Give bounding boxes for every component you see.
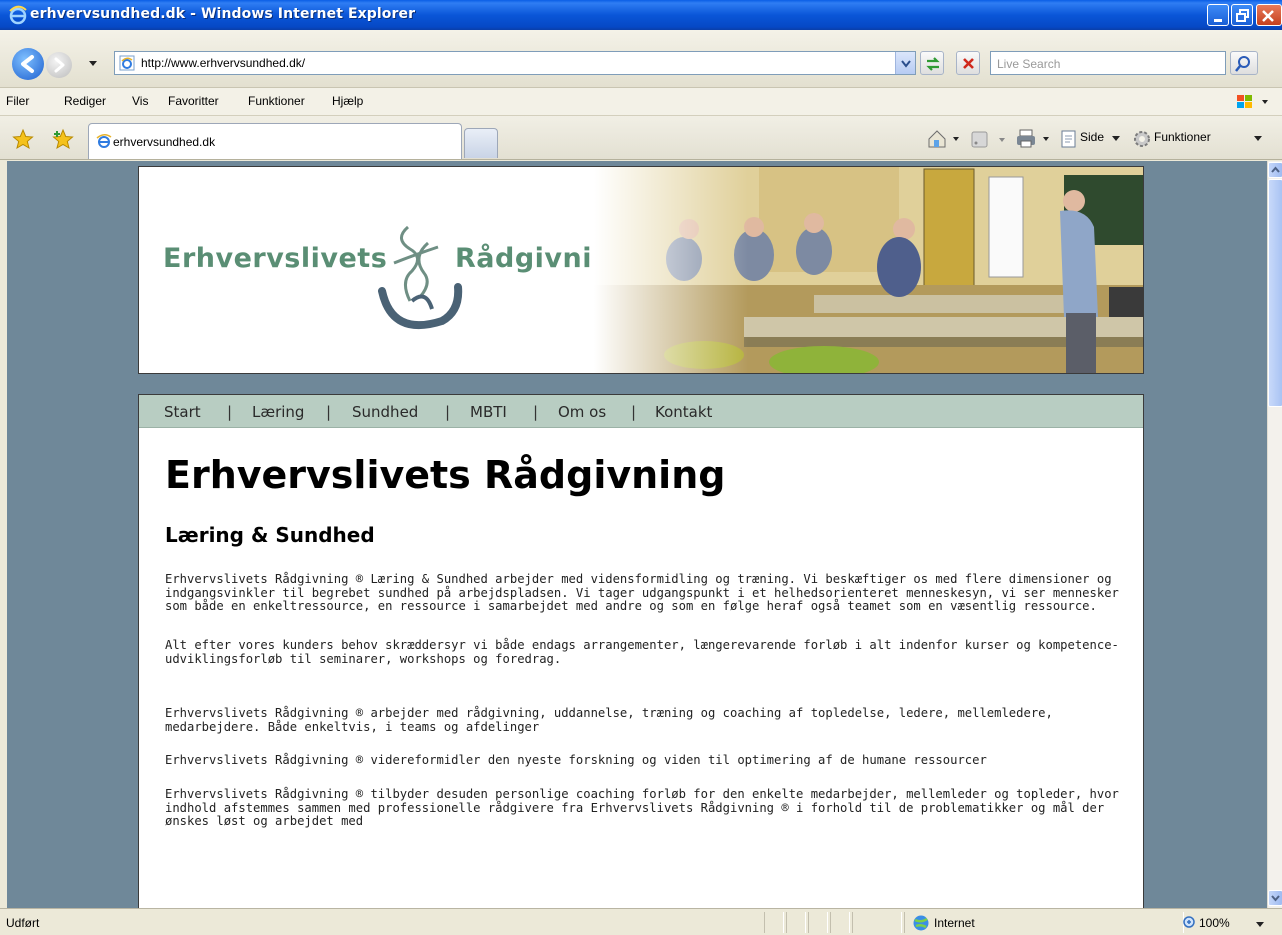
page-menu-button[interactable]: Side: [1080, 130, 1104, 144]
menu-bar: Filer Rediger Vis Favoritter Funktioner …: [0, 88, 1282, 116]
nav-link-om-os[interactable]: Om os: [558, 403, 606, 421]
print-icon[interactable]: [1016, 128, 1052, 150]
nav-separator: |: [227, 403, 233, 421]
search-placeholder: Live Search: [997, 57, 1061, 71]
ie-logo-icon: [9, 5, 27, 25]
vertical-scrollbar[interactable]: [1267, 161, 1282, 908]
nav-link-sundhed[interactable]: Sundhed: [352, 403, 418, 421]
status-cell: [830, 912, 850, 933]
nav-link-laering[interactable]: Læring: [252, 403, 304, 421]
status-text: Udført: [6, 916, 40, 930]
favorites-center-icon[interactable]: [12, 128, 34, 150]
site-navigation: Start | Læring | Sundhed | MBTI | Om os …: [139, 395, 1143, 428]
address-bar[interactable]: http://www.erhvervsundhed.dk/: [114, 51, 916, 75]
page-icon: [1061, 130, 1076, 148]
zoom-level[interactable]: 100%: [1199, 916, 1230, 930]
window-title: erhvervsundhed.dk - Windows Internet Exp…: [30, 6, 416, 22]
search-button[interactable]: [1230, 51, 1258, 75]
status-cell: [764, 912, 784, 933]
zoom-icon[interactable]: [1182, 915, 1198, 931]
refresh-icon: [926, 57, 940, 71]
nav-separator: |: [445, 403, 451, 421]
search-icon: [1235, 56, 1250, 72]
ie-page-icon: [96, 134, 112, 148]
chevron-up-icon: [1271, 166, 1280, 173]
search-input[interactable]: Live Search: [990, 51, 1226, 75]
stop-icon: [963, 58, 974, 69]
add-favorite-icon[interactable]: [52, 128, 76, 150]
tab-label: erhvervsundhed.dk: [113, 135, 216, 149]
logo-emblem-icon: [378, 225, 463, 330]
address-dropdown-button[interactable]: [895, 52, 915, 74]
tools-menu-button[interactable]: Funktioner: [1154, 130, 1211, 144]
security-zone-label: Internet: [934, 916, 975, 930]
restore-icon: [1236, 9, 1249, 22]
content-paragraph: Alt efter vores kunders behov skræddersy…: [165, 638, 1119, 666]
status-cell: [808, 912, 828, 933]
restore-button[interactable]: [1231, 4, 1253, 26]
home-icon[interactable]: [926, 128, 962, 150]
chevron-down-icon: [1271, 895, 1280, 902]
address-url[interactable]: http://www.erhvervsundhed.dk/: [141, 56, 305, 70]
window-titlebar: erhvervsundhed.dk - Windows Internet Exp…: [0, 0, 1282, 30]
nav-link-kontakt[interactable]: Kontakt: [655, 403, 712, 421]
nav-separator: |: [631, 403, 637, 421]
back-button[interactable]: [12, 48, 44, 80]
zoom-dropdown-icon[interactable]: [1255, 921, 1265, 929]
page-subtitle: Læring & Sundhed: [165, 523, 375, 547]
history-dropdown-icon[interactable]: [88, 60, 98, 68]
menu-item-rediger[interactable]: Rediger: [64, 94, 106, 108]
content-paragraph: Erhvervslivets Rådgivning ® Læring & Sun…: [165, 572, 1119, 613]
forward-arrow-icon: [54, 57, 65, 73]
content-paragraph: Erhvervslivets Rådgivning ® tilbyder des…: [165, 787, 1119, 828]
minimize-icon: [1214, 19, 1222, 22]
forward-button[interactable]: [46, 52, 72, 78]
tab-erhvervsundhed[interactable]: erhvervsundhed.dk: [88, 123, 462, 159]
page-dropdown-icon: [1112, 136, 1120, 141]
logo-text-left: Erhvervslivets: [163, 243, 388, 274]
refresh-button[interactable]: [920, 51, 944, 75]
nav-separator: |: [326, 403, 332, 421]
menu-item-vis[interactable]: Vis: [132, 94, 148, 108]
scroll-up-button[interactable]: [1268, 162, 1282, 178]
chevron-down-icon: [901, 60, 911, 68]
banner-photo: [594, 167, 1143, 373]
menu-item-favoritter[interactable]: Favoritter: [168, 94, 219, 108]
content-paragraph: Erhvervslivets Rådgivning ® videreformid…: [165, 753, 987, 767]
site-header-banner: Erhvervslivets Rådgivning: [138, 166, 1144, 374]
status-bar: Udført Internet 100%: [0, 908, 1282, 935]
nav-link-mbti[interactable]: MBTI: [470, 403, 507, 421]
window-border: [0, 161, 7, 908]
menu-item-filer[interactable]: Filer: [6, 94, 29, 108]
close-button[interactable]: [1256, 4, 1282, 26]
status-cell: [852, 912, 902, 933]
menu-item-hjaelp[interactable]: Hjælp: [332, 94, 363, 108]
back-arrow-icon: [21, 55, 34, 73]
internet-zone-icon: [913, 915, 929, 931]
stop-button[interactable]: [956, 51, 980, 75]
close-icon: [1262, 10, 1274, 22]
scroll-down-button[interactable]: [1268, 890, 1282, 906]
content-paragraph: Erhvervslivets Rådgivning ® arbejder med…: [165, 706, 1053, 734]
scrollbar-thumb[interactable]: [1268, 179, 1282, 407]
ie-page-icon: [119, 55, 135, 71]
nav-link-start[interactable]: Start: [164, 403, 201, 421]
status-cell: [786, 912, 806, 933]
gear-icon: [1134, 131, 1150, 147]
nav-separator: |: [533, 403, 539, 421]
feeds-icon[interactable]: [970, 130, 1008, 150]
content-box: Start | Læring | Sundhed | MBTI | Om os …: [138, 394, 1144, 908]
page-title: Erhvervslivets Rådgivning: [165, 453, 726, 497]
menu-item-funktioner[interactable]: Funktioner: [248, 94, 305, 108]
windows-flag-icon[interactable]: [1234, 92, 1270, 112]
new-tab-button[interactable]: [464, 128, 498, 158]
page-viewport: Erhvervslivets Rådgivning Start | Læring…: [7, 161, 1267, 908]
minimize-button[interactable]: [1207, 4, 1229, 26]
tools-dropdown-icon: [1254, 136, 1262, 141]
